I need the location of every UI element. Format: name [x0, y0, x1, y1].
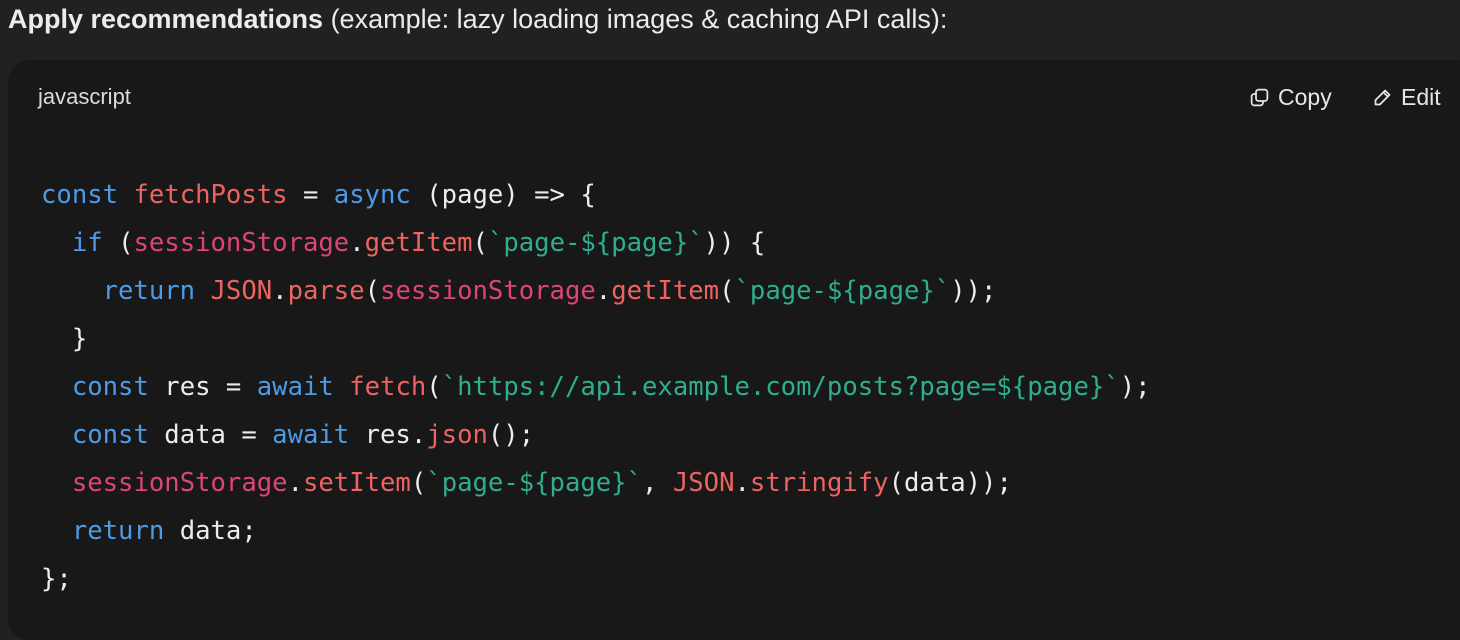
code-token: `page-${page}` [487, 228, 704, 258]
code-token: . [734, 468, 750, 498]
code-token: ( [426, 372, 442, 402]
code-line: const res = await fetch(`https://api.exa… [41, 363, 1151, 411]
code-token: } [41, 324, 88, 354]
code-token: (); [487, 420, 535, 450]
code-language-label: javascript [38, 84, 131, 109]
code-token: `page-${page}` [426, 468, 643, 498]
code-token: data = [148, 420, 273, 450]
code-token: . [349, 228, 365, 258]
code-line: sessionStorage.setItem(`page-${page}`, J… [41, 459, 1151, 507]
code-token: }; [41, 564, 72, 594]
copy-button[interactable]: Copy [1249, 82, 1332, 112]
code-line: const data = await res.json(); [41, 411, 1151, 459]
code-token: stringify [749, 468, 889, 498]
code-token: res. [349, 420, 427, 450]
code-line: }; [41, 555, 1151, 603]
code-token: )); [950, 276, 997, 306]
code-line: return data; [41, 507, 1151, 555]
code-token: )) { [703, 228, 766, 258]
code-token: return [71, 516, 165, 546]
code-token: ( [364, 276, 381, 306]
code-token: if [71, 228, 103, 258]
code-block-header: javascript Copy Edit [8, 60, 1460, 132]
pencil-icon [1374, 89, 1391, 105]
copy-button-label: Copy [1278, 84, 1332, 110]
code-token: JSON [210, 276, 273, 306]
code-line: if (sessionStorage.getItem(`page-${page}… [41, 219, 1151, 267]
code-token: parse [287, 276, 365, 306]
code-token: getItem [611, 276, 720, 306]
code-token: const [71, 372, 149, 402]
code-content[interactable]: const fetchPosts = async (page) => { if … [41, 171, 1151, 603]
code-token: fetchPosts [133, 180, 288, 210]
code-token: ( [472, 228, 488, 258]
section-heading: Apply recommendations (example: lazy loa… [8, 2, 947, 36]
section-heading-strong: Apply recommendations [8, 4, 324, 34]
code-token: const [41, 180, 119, 210]
code-token: fetch [349, 372, 427, 402]
code-token: await [272, 420, 350, 450]
edit-button-label: Edit [1401, 84, 1441, 110]
code-token: const [71, 420, 149, 450]
section-heading-rest: (example: lazy loading images & caching … [323, 4, 948, 34]
code-token: ( [719, 276, 735, 306]
code-token: res = [148, 372, 257, 402]
code-token: ); [1119, 372, 1151, 402]
code-token: `page-${page}` [734, 276, 951, 306]
code-token: . [272, 276, 288, 306]
code-token: . [287, 468, 303, 498]
code-token: ( [410, 468, 427, 498]
code-token: async [333, 180, 411, 210]
code-token: sessionStorage [380, 276, 596, 306]
code-token: return [102, 276, 196, 306]
code-token: await [256, 372, 334, 402]
code-token: (data)); [888, 468, 1012, 498]
code-token: ( [102, 228, 134, 258]
code-token: , [642, 468, 673, 498]
copy-icon [1250, 88, 1269, 106]
code-token: JSON [672, 468, 735, 498]
code-token: . [595, 276, 612, 306]
code-token: setItem [302, 468, 411, 498]
code-token: = [287, 180, 334, 210]
code-token: getItem [364, 228, 473, 258]
code-line: return JSON.parse(sessionStorage.getItem… [41, 267, 1151, 315]
code-token: (page) => { [410, 180, 596, 210]
edit-button[interactable]: Edit [1372, 82, 1441, 112]
code-token: json [426, 420, 488, 450]
code-token: sessionStorage [133, 228, 350, 258]
code-token: data; [164, 516, 257, 546]
code-token: `https://api.example.com/posts?page=${pa… [441, 372, 1120, 402]
code-line: const fetchPosts = async (page) => { [41, 171, 1151, 219]
code-token: sessionStorage [71, 468, 288, 498]
code-line: } [41, 315, 1151, 363]
code-block: javascript Copy Edit const fetchPosts = … [8, 60, 1460, 640]
